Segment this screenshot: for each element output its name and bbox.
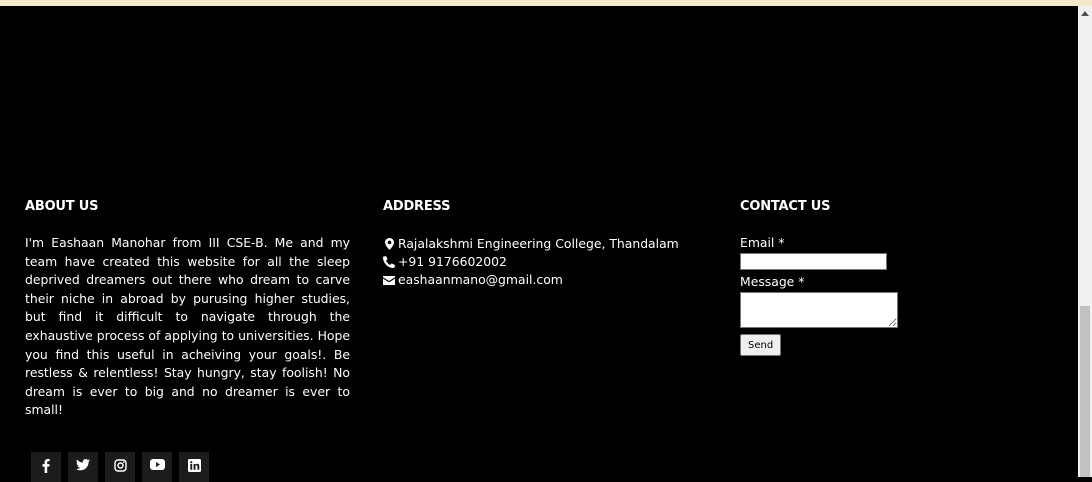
message-field[interactable] [740, 292, 898, 328]
envelope-icon [383, 275, 395, 285]
address-location: Rajalakshmi Engineering College, Thandal… [383, 235, 723, 253]
instagram-icon[interactable] [105, 452, 135, 482]
twitter-icon[interactable] [68, 452, 98, 482]
address-phone-text: +91 9176602002 [398, 254, 507, 269]
phone-icon [383, 256, 395, 268]
address-email-text: eashaanmano@gmail.com [398, 272, 563, 287]
contact-form: Email * Message * Send [740, 235, 1040, 356]
address-section: ADDRESS Rajalakshmi Engineering College,… [383, 197, 723, 289]
map-marker-icon [383, 238, 395, 250]
contact-section: CONTACT US Email * Message * Send [740, 197, 1040, 356]
address-location-text: Rajalakshmi Engineering College, Thandal… [398, 236, 679, 251]
send-button[interactable]: Send [740, 334, 782, 356]
top-bar [0, 0, 1092, 6]
scrollbar-thumb[interactable] [1080, 306, 1090, 477]
scroll-up-arrow-icon[interactable] [1081, 11, 1089, 16]
email-label: Email * [740, 235, 785, 250]
about-text: I'm Eashaan Manohar from III CSE-B. Me a… [25, 235, 350, 418]
about-heading: ABOUT US [25, 199, 99, 214]
address-email: eashaanmano@gmail.com [383, 271, 723, 289]
facebook-icon[interactable] [31, 452, 61, 482]
address-heading: ADDRESS [383, 199, 451, 214]
youtube-icon[interactable] [142, 452, 172, 482]
linkedin-icon[interactable] [179, 452, 209, 482]
vertical-scrollbar[interactable] [1078, 6, 1092, 477]
about-section: ABOUT US I'm Eashaan Manohar from III CS… [25, 197, 350, 420]
email-field[interactable] [740, 253, 887, 270]
contact-heading: CONTACT US [740, 199, 831, 214]
message-label: Message * [740, 274, 805, 289]
social-links [31, 452, 209, 482]
address-phone: +91 9176602002 [383, 253, 723, 271]
